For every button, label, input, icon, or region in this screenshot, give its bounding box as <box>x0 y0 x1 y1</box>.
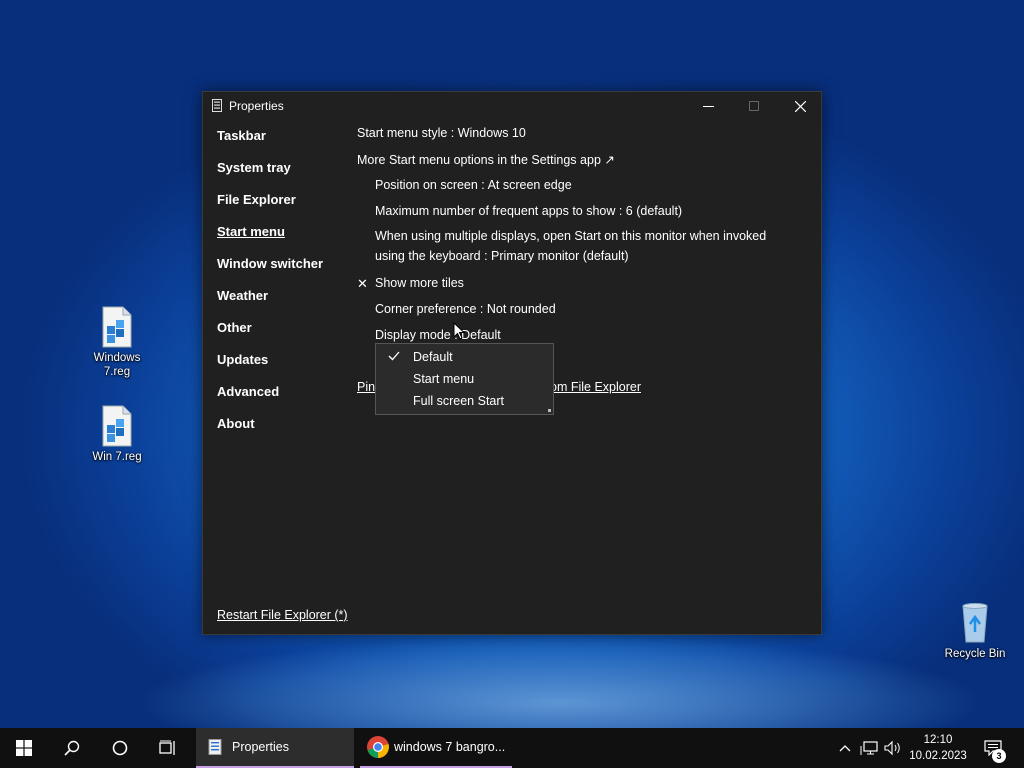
nav-item-file-explorer[interactable]: File Explorer <box>217 193 323 225</box>
desktop-icon-windows-7-reg[interactable]: Windows 7.reg <box>87 306 147 379</box>
start-menu-style-setting[interactable]: Start menu style : Windows 10 <box>357 126 526 140</box>
network-icon <box>860 741 878 755</box>
nav-item-system-tray[interactable]: System tray <box>217 161 323 193</box>
maximize-button[interactable] <box>731 92 777 120</box>
multi-display-setting[interactable]: When using multiple displays, open Start… <box>375 226 795 266</box>
show-more-tiles-toggle[interactable]: ✕ Show more tiles <box>357 276 497 292</box>
nav-item-start-menu[interactable]: Start menu <box>217 225 323 257</box>
minimize-button[interactable] <box>685 92 731 120</box>
dropdown-option-start-menu[interactable]: Start menu <box>413 372 474 386</box>
taskbar: Properties windows 7 bangro... 12:10 10.… <box>0 728 1024 768</box>
desktop-icon-label: Recycle Bin <box>944 648 1006 660</box>
chevron-up-icon <box>839 745 851 752</box>
corner-preference-setting[interactable]: Corner preference : Not rounded <box>375 302 556 316</box>
search-icon <box>64 740 80 756</box>
taskbar-app-chrome[interactable]: windows 7 bangro... <box>360 728 512 768</box>
nav-item-window-switcher[interactable]: Window switcher <box>217 257 323 289</box>
desktop-icon-recycle-bin[interactable]: Recycle Bin <box>940 602 1010 661</box>
registry-file-icon <box>102 306 132 348</box>
desktop-icon-label: Windows 7.reg <box>93 352 141 378</box>
position-setting[interactable]: Position on screen : At screen edge <box>375 178 572 192</box>
cortana-button[interactable] <box>96 728 144 768</box>
more-options-link[interactable]: More Start menu options in the Settings … <box>357 152 615 167</box>
dropdown-option-full-screen-start[interactable]: Full screen Start <box>413 394 504 408</box>
desktop-icon-label: Win 7.reg <box>92 451 142 463</box>
maximize-icon <box>749 101 759 111</box>
max-frequent-apps-setting[interactable]: Maximum number of frequent apps to show … <box>375 204 682 218</box>
mouse-cursor-icon <box>453 322 465 340</box>
checkmark-icon <box>388 351 400 361</box>
app-icon <box>212 99 222 112</box>
taskbar-app-label: Properties <box>232 740 289 754</box>
cortana-circle-icon <box>112 740 128 756</box>
sidebar-nav: Taskbar System tray File Explorer Start … <box>217 129 323 449</box>
windows-logo-icon <box>16 740 32 756</box>
close-icon <box>794 100 806 112</box>
volume-icon <box>884 740 900 756</box>
display-mode-dropdown: Default Start menu Full screen Start <box>375 343 554 415</box>
registry-file-icon <box>102 405 132 447</box>
pin-link-right[interactable]: om File Explorer <box>550 380 641 394</box>
system-clock[interactable]: 12:10 10.02.2023 <box>906 732 970 764</box>
nav-item-weather[interactable]: Weather <box>217 289 323 321</box>
nav-item-advanced[interactable]: Advanced <box>217 385 323 417</box>
close-button[interactable] <box>777 92 823 120</box>
taskbar-app-label: windows 7 bangro... <box>394 740 506 754</box>
network-button[interactable] <box>858 728 880 768</box>
clock-time: 12:10 <box>923 734 953 746</box>
title-bar[interactable]: Properties <box>203 92 821 120</box>
show-hidden-icons-button[interactable] <box>834 728 856 768</box>
nav-item-updates[interactable]: Updates <box>217 353 323 385</box>
start-button[interactable] <box>0 728 48 768</box>
display-mode-setting[interactable]: Display mode : Default <box>375 328 501 342</box>
minimize-icon <box>702 105 714 107</box>
dropdown-option-default[interactable]: Default <box>413 350 453 364</box>
checked-x-icon: ✕ <box>357 276 368 291</box>
volume-button[interactable] <box>882 728 904 768</box>
pin-link-left[interactable]: Pin <box>357 380 375 394</box>
show-more-tiles-label: Show more tiles <box>375 276 464 290</box>
properties-app-icon <box>208 739 222 755</box>
recycle-bin-icon <box>962 603 988 643</box>
task-view-icon <box>159 740 175 755</box>
restart-file-explorer-link[interactable]: Restart File Explorer (*) <box>217 608 348 622</box>
clock-date: 10.02.2023 <box>909 750 967 762</box>
chrome-icon <box>367 736 389 758</box>
search-button[interactable] <box>48 728 96 768</box>
nav-item-taskbar[interactable]: Taskbar <box>217 129 323 161</box>
window-title: Properties <box>229 99 284 113</box>
nav-item-about[interactable]: About <box>217 417 323 449</box>
task-view-button[interactable] <box>144 728 192 768</box>
desktop-icon-win-7-reg[interactable]: Win 7.reg <box>87 405 147 464</box>
notification-count-badge: 3 <box>992 749 1006 763</box>
nav-item-other[interactable]: Other <box>217 321 323 353</box>
taskbar-app-properties[interactable]: Properties <box>196 728 354 768</box>
resize-grip[interactable] <box>548 409 551 412</box>
